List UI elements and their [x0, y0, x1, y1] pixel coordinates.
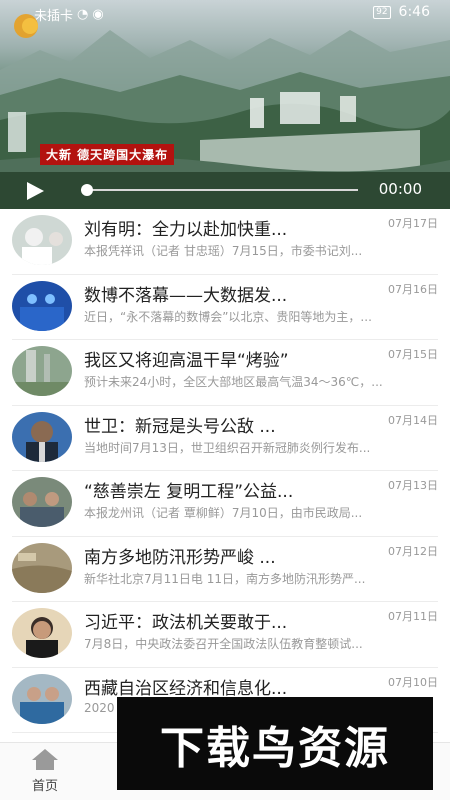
news-summary: 当地时间7月13日，世卫组织召开新冠肺炎例行发布...	[84, 440, 371, 455]
list-item[interactable]: “慈善崇左 复明工程”公益... 07月13日 本报龙州讯（记者 覃柳鲜）7月1…	[12, 471, 438, 537]
news-thumbnail	[12, 280, 72, 331]
news-thumbnail	[12, 477, 72, 527]
photo-icon	[12, 411, 72, 462]
list-item[interactable]: 数博不落幕——大数据发... 07月16日 近日，“永不落幕的数博会”以北京、贵…	[12, 275, 438, 340]
news-summary: 新华社北京7月11日电 11日，南方多地防汛形势严...	[84, 571, 366, 586]
video-caption: 大新 德天跨国大瀑布	[40, 144, 175, 165]
news-summary: 本报龙州讯（记者 覃柳鲜）7月10日，由市民政局...	[84, 506, 363, 520]
news-thumbnail	[12, 411, 72, 462]
battery-icon: 92	[373, 5, 391, 19]
news-summary: 近日，“永不落幕的数博会”以北京、贵阳等地为主，...	[84, 309, 372, 324]
progress-handle[interactable]	[81, 184, 93, 196]
player-controls: 00:00	[0, 172, 450, 209]
photo-icon	[12, 346, 72, 396]
news-thumbnail	[12, 542, 72, 593]
news-summary: 7月8日，中央政法委召开全国政法队伍教育整顿试...	[84, 637, 363, 651]
news-thumbnail	[12, 346, 72, 396]
play-icon[interactable]	[24, 180, 46, 202]
photo-icon	[12, 215, 72, 265]
playback-time: 00:00	[378, 180, 422, 198]
news-thumbnail	[12, 673, 72, 724]
news-title: 我区又将迎高温干旱“烤验”	[84, 351, 289, 371]
video-player[interactable]: 未插卡 ◔ ◉ 92 6:46 大新 德天跨国大瀑布 00:00	[0, 0, 450, 209]
progress-track[interactable]	[86, 189, 358, 191]
photo-icon	[12, 280, 72, 331]
news-summary: 预计未来24小时，全区大部地区最高气温34～36℃，...	[84, 375, 383, 389]
news-title: “慈善崇左 复明工程”公益...	[84, 482, 294, 502]
news-title: 西藏自治区经济和信息化...	[84, 678, 288, 699]
photo-icon	[12, 608, 72, 658]
news-date: 07月12日	[388, 544, 438, 558]
news-date: 07月15日	[388, 348, 438, 361]
channel-logo-icon	[14, 14, 38, 38]
tab-home[interactable]: 首页	[20, 747, 70, 794]
photo-icon	[12, 673, 72, 724]
news-date: 07月16日	[388, 282, 438, 296]
channel-logo	[12, 10, 102, 40]
home-icon	[32, 749, 58, 770]
photo-icon	[12, 477, 72, 527]
news-title: 南方多地防汛形势严峻 ...	[84, 547, 276, 568]
clock: 6:46	[398, 4, 430, 20]
news-title: 数博不落幕——大数据发...	[84, 285, 288, 306]
list-item[interactable]: 刘有明：全力以赴加快重... 07月17日 本报凭祥讯（记者 甘忠瑶）7月15日…	[12, 209, 438, 275]
news-thumbnail	[12, 215, 72, 265]
news-thumbnail	[12, 608, 72, 658]
news-date: 07月14日	[388, 413, 438, 427]
news-date: 07月13日	[388, 479, 438, 492]
status-right: 92 6:46	[373, 4, 430, 20]
news-date: 07月11日	[388, 610, 438, 623]
news-title: 习近平：政法机关要敢于...	[84, 613, 288, 633]
news-date: 07月17日	[388, 217, 438, 230]
list-item[interactable]: 我区又将迎高温干旱“烤验” 07月15日 预计未来24小时，全区大部地区最高气温…	[12, 340, 438, 406]
news-summary: 本报凭祥讯（记者 甘忠瑶）7月15日，市委书记刘...	[84, 244, 363, 258]
news-title: 刘有明：全力以赴加快重...	[84, 220, 288, 240]
photo-icon	[12, 542, 72, 593]
tab-home-label: 首页	[31, 779, 58, 794]
watermark-banner: 下载鸟资源	[117, 697, 433, 790]
list-item[interactable]: 世卫：新冠是头号公敌 ... 07月14日 当地时间7月13日，世卫组织召开新冠…	[12, 406, 438, 471]
list-item[interactable]: 习近平：政法机关要敢于... 07月11日 7月8日，中央政法委召开全国政法队伍…	[12, 602, 438, 668]
list-item[interactable]: 南方多地防汛形势严峻 ... 07月12日 新华社北京7月11日电 11日，南方…	[12, 537, 438, 602]
news-list: 刘有明：全力以赴加快重... 07月17日 本报凭祥讯（记者 甘忠瑶）7月15日…	[0, 209, 450, 733]
news-date: 07月10日	[388, 675, 438, 689]
news-title: 世卫：新冠是头号公敌 ...	[84, 416, 276, 437]
